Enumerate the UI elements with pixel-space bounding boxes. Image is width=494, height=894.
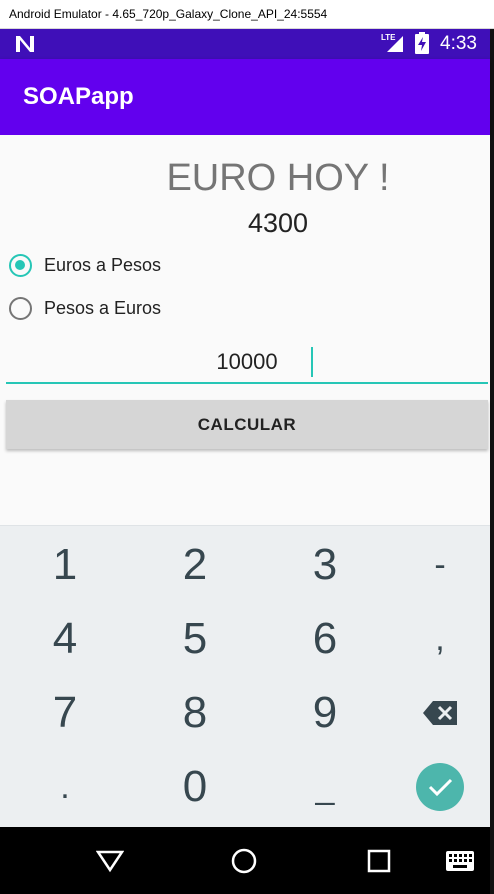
status-bar: LTE 4:33 [0, 29, 490, 59]
key-6[interactable]: 6 [265, 602, 385, 676]
key-3[interactable]: 3 [265, 528, 385, 602]
exchange-rate-value: 4300 [247, 208, 309, 238]
calculate-button[interactable]: CALCULAR [6, 400, 488, 449]
recents-square-icon[interactable] [367, 849, 391, 873]
key-7[interactable]: 7 [5, 676, 125, 750]
home-circle-icon[interactable] [230, 847, 258, 875]
radio-pesos-a-euros[interactable]: Pesos a Euros [8, 292, 208, 328]
key-1[interactable]: 1 [5, 528, 125, 602]
amount-input[interactable] [6, 342, 488, 384]
key-0[interactable]: 0 [135, 750, 255, 824]
key-period[interactable]: . [5, 750, 125, 824]
radio-unchecked-icon[interactable] [9, 297, 32, 320]
backspace-icon[interactable] [423, 701, 457, 725]
battery-charging-icon [415, 32, 429, 54]
signal-icon [387, 36, 403, 52]
key-done[interactable] [380, 750, 494, 824]
page-title: EURO HOY ! [166, 157, 390, 199]
radio-euros-a-pesos[interactable]: Euros a Pesos [8, 249, 208, 285]
key-4[interactable]: 4 [5, 602, 125, 676]
text-cursor [311, 347, 313, 377]
notification-n-icon [16, 36, 34, 52]
radio-checked-icon[interactable] [9, 254, 32, 277]
key-5[interactable]: 5 [135, 602, 255, 676]
radio-label: Euros a Pesos [44, 255, 162, 275]
status-time: 4:33 [440, 33, 477, 54]
navigation-bar [0, 827, 490, 894]
key-comma[interactable]: , [380, 602, 494, 676]
key-9[interactable]: 9 [265, 676, 385, 750]
app-title: SOAPapp [23, 83, 134, 110]
emulator-window-title: Android Emulator - 4.65_720p_Galaxy_Clon… [0, 0, 494, 29]
numeric-keypad: 1 2 3 - 4 5 6 , 7 8 9 . 0 _ [0, 525, 490, 828]
key-space[interactable]: _ [265, 750, 385, 824]
check-icon[interactable] [415, 762, 465, 812]
key-backspace[interactable] [380, 676, 494, 750]
key-8[interactable]: 8 [135, 676, 255, 750]
radio-label: Pesos a Euros [44, 298, 162, 318]
back-triangle-icon[interactable] [96, 849, 124, 873]
keyboard-icon[interactable] [446, 851, 474, 871]
key-minus[interactable]: - [380, 528, 494, 602]
key-2[interactable]: 2 [135, 528, 255, 602]
